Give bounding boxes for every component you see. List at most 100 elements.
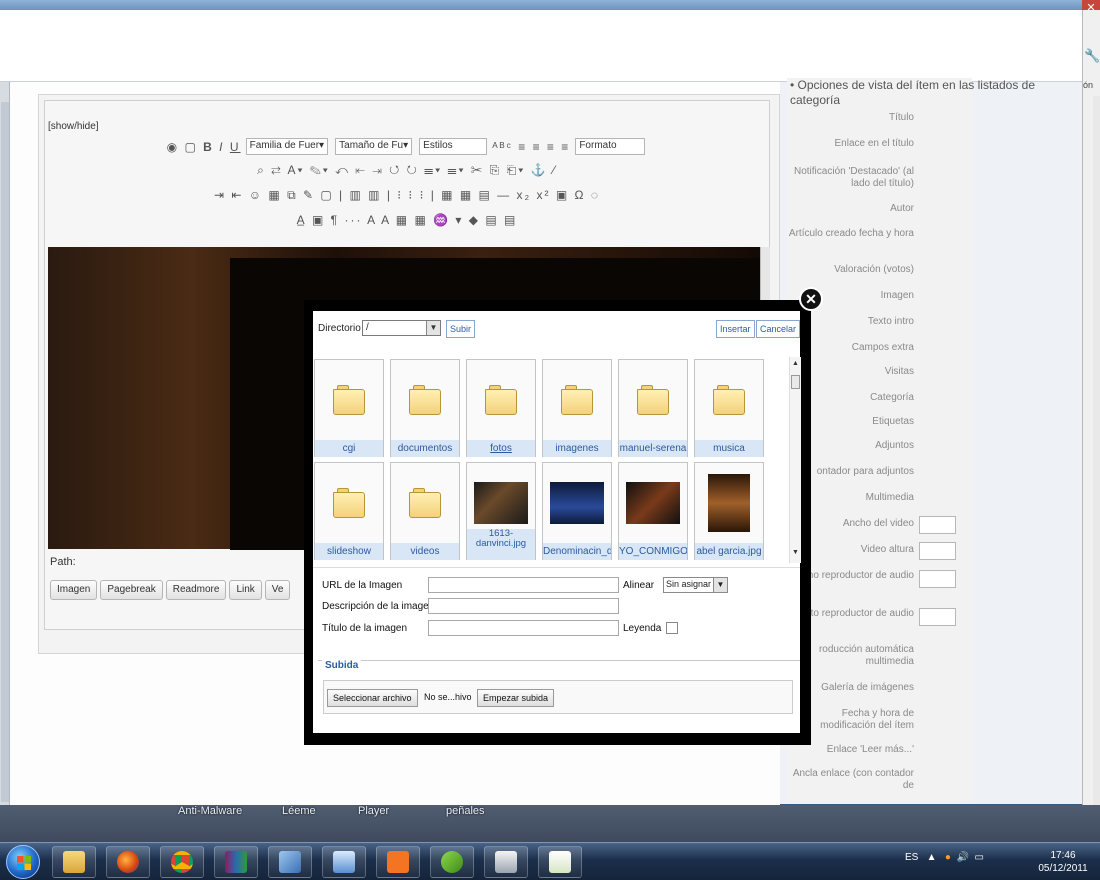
toolbar-align-icons[interactable]: ᴬᴮᶜ ≡ ≡ ≡ ≡ xyxy=(492,140,570,154)
upload-button[interactable]: Subir xyxy=(446,320,476,338)
choose-file-button[interactable]: Seleccionar archivo xyxy=(327,689,418,707)
no-file-text: No se...hivo xyxy=(424,692,472,702)
taskbar-remote[interactable] xyxy=(322,846,366,878)
separator xyxy=(313,567,800,568)
toolbar-format-icons[interactable]: ◉ ▢ B I U xyxy=(167,140,241,154)
ve-button[interactable]: Ve xyxy=(264,580,291,600)
scrollbar-thumb[interactable] xyxy=(791,375,800,389)
taskbar-xampp[interactable] xyxy=(376,846,420,878)
font-size-select[interactable]: Tamaño de Fu▾ xyxy=(335,138,413,155)
taskbar-firefox[interactable] xyxy=(106,846,150,878)
network-tray-icon[interactable]: ▭ xyxy=(972,852,984,863)
file-name-label: YO_CONMIGO_I xyxy=(619,543,687,560)
desktop-label-player[interactable]: Player xyxy=(358,805,389,817)
folder-tile[interactable]: videos xyxy=(390,462,460,560)
url-input[interactable] xyxy=(428,577,619,593)
taskbar-clock[interactable]: 17:46 05/12/2011 xyxy=(1032,849,1094,875)
readmore-button[interactable]: Readmore xyxy=(165,580,227,600)
taskbar-app[interactable] xyxy=(484,846,528,878)
taskbar-notes[interactable] xyxy=(268,846,312,878)
image-tile[interactable]: abel garcia.jpg xyxy=(694,462,764,560)
chevron-down-icon[interactable]: ▼ xyxy=(426,321,440,335)
scroll-down-icon[interactable]: ▼ xyxy=(792,549,799,556)
scrollbar-thumb[interactable] xyxy=(1,102,9,802)
file-name-label: cgi xyxy=(315,440,383,457)
title-input[interactable] xyxy=(428,620,619,636)
image-thumbnail xyxy=(543,463,611,543)
file-grid-scrollbar[interactable]: ▲ ▼ xyxy=(789,357,801,563)
taskbar-explorer[interactable] xyxy=(52,846,96,878)
show-hide-link[interactable]: [show/hide] xyxy=(48,121,99,132)
sidebar-option-label: Ancla enlace (con contador de xyxy=(792,768,914,791)
toolbar-extra-icons[interactable]: A̲ ▣ ¶ ··· A A ▦ ▦ ♒ ▾ ◆ ▤ ▤ xyxy=(297,213,518,227)
styles-select[interactable]: Estilos xyxy=(419,138,488,155)
modal-close-button[interactable]: ✕ xyxy=(799,287,823,311)
cancel-button[interactable]: Cancelar xyxy=(756,320,801,338)
file-name-label: imagenes xyxy=(543,440,611,457)
security-icon[interactable]: ● xyxy=(945,852,951,863)
sidebar-option-input[interactable] xyxy=(919,608,956,626)
image-tile[interactable]: YO_CONMIGO_I xyxy=(618,462,688,560)
volume-icon[interactable]: 🔊 xyxy=(954,852,969,863)
folder-tile[interactable]: musica xyxy=(694,359,764,457)
network-icon xyxy=(333,851,355,873)
sidebar-option-input[interactable] xyxy=(919,570,956,588)
taskbar-chrome[interactable] xyxy=(160,846,204,878)
desktop-label-penales[interactable]: peñales xyxy=(446,805,485,817)
archive-icon xyxy=(225,851,247,873)
font-family-select[interactable]: Familia de Fuer▾ xyxy=(245,138,329,155)
language-indicator[interactable]: ES xyxy=(905,852,918,863)
sidebar-option-input[interactable] xyxy=(919,542,956,560)
pagebreak-button[interactable]: Pagebreak xyxy=(100,580,163,600)
xampp-icon xyxy=(387,851,409,873)
editor-toolbar-row-1: ◉ ▢ B I U Familia de Fuer▾ Tamaño de Fu▾… xyxy=(45,138,769,160)
chevron-down-icon[interactable]: ▼ xyxy=(713,578,727,592)
left-scrollbar[interactable] xyxy=(0,82,10,805)
desktop-label-leeme[interactable]: Léeme xyxy=(282,805,316,817)
toolbar-insert-icons[interactable]: ⇥ ⇤ ☺ ▦ ⧉ ✎ ▢ | ▥ ▥ | ⁝ ⁝ ⁝ | ▦ ▦ ▤ — x₂… xyxy=(214,188,600,203)
sidebar-scrollbar[interactable] xyxy=(1093,96,1100,805)
image-tile[interactable]: 1613-danvinci.jpg xyxy=(466,462,536,560)
path-label: Path: xyxy=(50,556,76,568)
folder-tile[interactable]: manuel-serena xyxy=(618,359,688,457)
wrench-icon[interactable]: 🔧 xyxy=(1084,48,1100,64)
desktop-icon-labels: Anti-Malware Léeme Player peñales xyxy=(0,802,1100,822)
folder-tile[interactable]: fotos xyxy=(466,359,536,457)
image-button[interactable]: Imagen xyxy=(50,580,98,600)
desktop-label-antimalware[interactable]: Anti-Malware xyxy=(178,805,242,817)
windows-logo-icon xyxy=(17,856,31,870)
folder-icon xyxy=(619,360,687,440)
notes-icon xyxy=(279,851,301,873)
folder-icon xyxy=(543,360,611,440)
folder-tile[interactable]: documentos xyxy=(390,359,460,457)
toolbar-edit-icons[interactable]: ⌕ ⇄ A▾ ✎▾ ↶ ⇤ ⇥ ↺ ↻ ☰▾ ☰▾ ✂ ⎘ ⎗▾ ⚓ ⁄ xyxy=(257,163,557,178)
folder-icon xyxy=(467,360,535,440)
chrome-icon xyxy=(171,851,193,873)
caption-checkbox[interactable] xyxy=(666,622,678,634)
sidebar-option-label: Artículo creado fecha y hora xyxy=(788,228,914,239)
sidebar-option-input[interactable] xyxy=(919,516,956,534)
image-tile[interactable]: Denominacin_de xyxy=(542,462,612,560)
directory-bar: Directorio / ▼ Subir Insertar Cancelar xyxy=(318,318,801,340)
folder-tile[interactable]: imagenes xyxy=(542,359,612,457)
description-input[interactable] xyxy=(428,598,619,614)
sidebar-option-label: Título xyxy=(888,112,914,123)
show-hidden-icons-icon[interactable]: ▲ xyxy=(921,852,942,863)
folder-tile[interactable]: slideshow xyxy=(314,462,384,560)
editor-toolbar-row-4: A̲ ▣ ¶ ··· A A ▦ ▦ ♒ ▾ ◆ ▤ ▤ xyxy=(45,213,769,235)
format-select[interactable]: Formato xyxy=(575,138,646,155)
start-upload-button[interactable]: Empezar subida xyxy=(477,689,555,707)
scroll-up-icon[interactable]: ▲ xyxy=(792,360,799,367)
insert-button[interactable]: Insertar xyxy=(716,320,755,338)
link-button[interactable]: Link xyxy=(229,580,262,600)
window-icon xyxy=(495,851,517,873)
folder-tile[interactable]: cgi xyxy=(314,359,384,457)
directory-select[interactable]: / ▼ xyxy=(362,320,441,336)
align-select[interactable]: Sin asignar ▼ xyxy=(663,577,728,593)
firefox-icon xyxy=(117,851,139,873)
start-button[interactable] xyxy=(6,845,40,879)
taskbar-winrar[interactable] xyxy=(214,846,258,878)
taskbar-chart-app[interactable] xyxy=(538,846,582,878)
system-tray: ES ▲ ● 🔊 ▭ xyxy=(905,852,984,863)
taskbar-pea[interactable] xyxy=(430,846,474,878)
